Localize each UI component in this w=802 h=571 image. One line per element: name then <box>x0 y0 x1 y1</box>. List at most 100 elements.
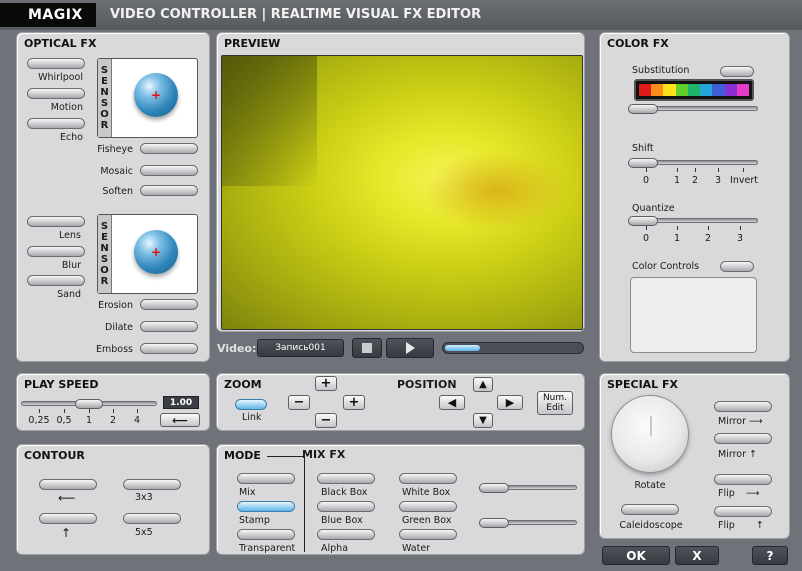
quantize-slider-knob[interactable] <box>628 216 658 226</box>
position-right-button[interactable]: ▶ <box>497 395 523 410</box>
contour-5x5-toggle[interactable] <box>123 513 181 524</box>
arrow-left-icon: ⟵ <box>172 413 188 427</box>
zoom-position-panel: ZOOM Link + − + − POSITION ▲ ◀ ▶ ▼ Num. … <box>216 373 585 431</box>
color-controls-toggle[interactable] <box>720 261 754 272</box>
dilate-toggle[interactable] <box>140 321 198 332</box>
sensor-label-bottom: SENSOR <box>98 215 112 293</box>
play-speed-panel: PLAY SPEED 0,25 0,5 1 2 4 1.00 ⟵ <box>16 373 210 431</box>
substitution-slider-knob[interactable] <box>628 104 658 114</box>
color-fx-panel: COLOR FX Substitution Shift 0 1 2 3 Inve… <box>599 32 790 362</box>
play-speed-slider-knob[interactable] <box>75 399 103 409</box>
erosion-toggle[interactable] <box>140 299 198 310</box>
zoom-link-toggle[interactable] <box>235 399 267 410</box>
palette-swatch[interactable] <box>724 84 737 96</box>
color-palette-strip[interactable] <box>634 79 754 101</box>
fisheye-label: Fisheye <box>97 144 133 155</box>
zoom-out-vertical-button[interactable]: − <box>315 413 337 428</box>
flip-horizontal-toggle[interactable] <box>714 474 772 485</box>
palette-swatch[interactable] <box>663 84 676 96</box>
mix-black-box-toggle[interactable] <box>317 473 375 484</box>
position-left-button[interactable]: ◀ <box>439 395 465 410</box>
zoom-in-horizontal-button[interactable]: + <box>343 395 365 410</box>
arrow-up-icon: ↑ <box>61 526 72 540</box>
mix-alpha-toggle[interactable] <box>317 529 375 540</box>
num-edit-button[interactable]: Num. Edit <box>537 391 573 415</box>
ok-button[interactable]: OK <box>602 546 670 565</box>
zoom-out-horizontal-button[interactable]: − <box>288 395 310 410</box>
mode-transparent-label: Transparent <box>239 543 296 554</box>
palette-swatch[interactable] <box>651 84 664 96</box>
emboss-toggle[interactable] <box>140 343 198 354</box>
quantize-tick-2: 2 <box>704 233 712 244</box>
reverse-play-button[interactable]: ⟵ <box>160 413 200 427</box>
sensor-pad-bottom[interactable]: SENSOR + <box>97 214 198 294</box>
position-up-button[interactable]: ▲ <box>473 377 493 392</box>
help-button[interactable]: ? <box>752 546 788 565</box>
contour-3x3-toggle[interactable] <box>123 479 181 490</box>
rotate-dial[interactable] <box>611 395 689 473</box>
palette-swatch[interactable] <box>736 84 749 96</box>
close-button[interactable]: X <box>675 546 719 565</box>
palette-swatch[interactable] <box>700 84 713 96</box>
zoom-in-vertical-button[interactable]: + <box>315 376 337 391</box>
play-button[interactable] <box>386 338 434 358</box>
arrow-left-icon: ⟵ <box>58 491 76 505</box>
mix-water-toggle[interactable] <box>399 529 457 540</box>
preview-video-frame[interactable] <box>221 55 583 330</box>
mix-white-box-toggle[interactable] <box>399 473 457 484</box>
mode-mix-label: Mix <box>239 487 256 498</box>
sensor-pad-top[interactable]: SENSOR + <box>97 58 198 138</box>
mode-transparent-toggle[interactable] <box>237 529 295 540</box>
blur-toggle[interactable] <box>27 246 85 257</box>
stop-button[interactable] <box>352 338 382 358</box>
crosshair-icon: + <box>151 245 162 259</box>
video-name-field[interactable]: Запись001 <box>257 339 344 357</box>
mix-slider-1-knob[interactable] <box>479 483 509 493</box>
position-down-button[interactable]: ▼ <box>473 413 493 428</box>
shift-tick <box>646 168 647 172</box>
motion-label: Motion <box>50 102 83 113</box>
whirlpool-toggle[interactable] <box>27 58 85 69</box>
echo-toggle[interactable] <box>27 118 85 129</box>
contour-3x3-label: 3x3 <box>135 492 153 503</box>
substitution-label: Substitution <box>632 65 690 76</box>
blur-label: Blur <box>61 260 81 271</box>
mirror-horizontal-toggle[interactable] <box>714 401 772 412</box>
caleidoscope-toggle[interactable] <box>621 504 679 515</box>
mix-slider-2-knob[interactable] <box>479 518 509 528</box>
shift-label: Shift <box>632 143 654 154</box>
soften-label: Soften <box>102 186 133 197</box>
mode-stamp-label: Stamp <box>239 515 270 526</box>
palette-swatch[interactable] <box>639 84 652 96</box>
contour-horizontal-toggle[interactable] <box>39 479 97 490</box>
mix-water-label: Water <box>402 543 431 554</box>
contour-title: CONTOUR <box>24 449 85 462</box>
sand-toggle[interactable] <box>27 275 85 286</box>
shift-slider-knob[interactable] <box>628 158 658 168</box>
sensor-label-top: SENSOR <box>98 59 112 137</box>
mode-mix-toggle[interactable] <box>237 473 295 484</box>
arrow-right-icon: ⟶ <box>749 416 763 427</box>
lens-toggle[interactable] <box>27 216 85 227</box>
play-speed-title: PLAY SPEED <box>24 378 99 391</box>
mix-black-box-label: Black Box <box>321 487 368 498</box>
contour-vertical-toggle[interactable] <box>39 513 97 524</box>
mosaic-toggle[interactable] <box>140 165 198 176</box>
substitution-toggle[interactable] <box>720 66 754 77</box>
mix-blue-box-toggle[interactable] <box>317 501 375 512</box>
video-progress-bar[interactable] <box>442 342 584 354</box>
mix-green-box-label: Green Box <box>402 515 452 526</box>
flip-vertical-toggle[interactable] <box>714 506 772 517</box>
motion-toggle[interactable] <box>27 88 85 99</box>
mode-stamp-toggle[interactable] <box>237 501 295 512</box>
palette-swatch[interactable] <box>687 84 701 96</box>
mix-green-box-toggle[interactable] <box>399 501 457 512</box>
soften-toggle[interactable] <box>140 185 198 196</box>
contour-panel: CONTOUR ⟵ ↑ 3x3 5x5 <box>16 444 210 555</box>
fisheye-toggle[interactable] <box>140 143 198 154</box>
play-speed-value: 1.00 <box>163 396 199 409</box>
palette-swatch[interactable] <box>712 84 725 96</box>
palette-swatch[interactable] <box>675 84 688 96</box>
color-controls-box[interactable] <box>630 277 757 353</box>
mirror-vertical-toggle[interactable] <box>714 433 772 444</box>
